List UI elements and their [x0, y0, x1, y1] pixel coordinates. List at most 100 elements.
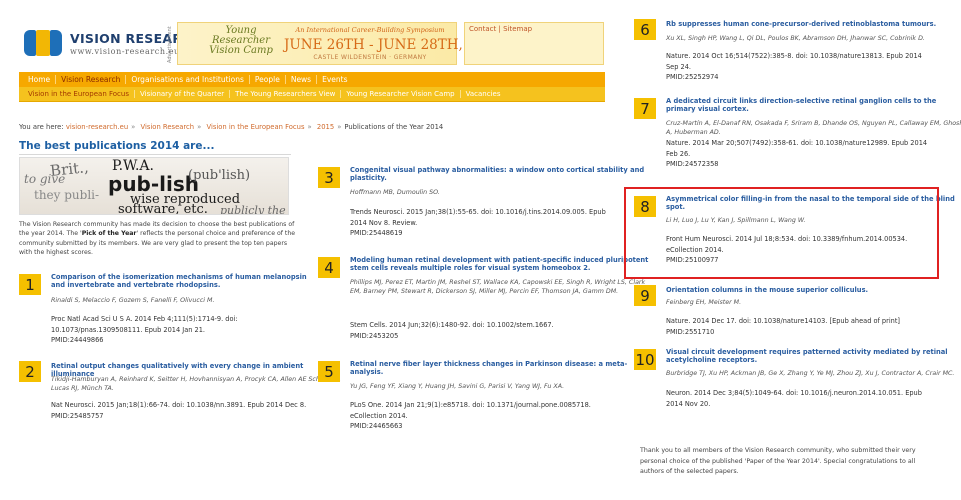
hero-word: software, etc. — [118, 202, 208, 215]
nav-item-news[interactable]: News — [286, 75, 318, 84]
banner-tagline: An International Career-Building Symposi… — [295, 26, 445, 34]
publication-title-link[interactable]: Comparison of the isomerization mechanis… — [51, 273, 321, 289]
brand-url: www.vision-research.eu — [70, 47, 180, 56]
pmid-line: PMID:25448619 — [350, 229, 403, 238]
citation-line: Nature. 2014 Dec 17. doi: 10.1038/nature… — [666, 317, 900, 325]
pick-of-year-label: Pick of the Year — [81, 230, 137, 238]
header-links-box: Contact | Sitemap — [464, 22, 604, 65]
publish-hero-image: to give they publi- P.W.A. pub-lish (pub'lis… — [19, 157, 289, 215]
highlight-box — [624, 187, 939, 279]
publication-citation: PLoS One. 2014 Jan 21;9(1):e85718. doi: … — [350, 400, 650, 432]
nav-item-organisations-and-institutions[interactable]: Organisations and Institutions — [126, 75, 250, 84]
rank-badge: 2 — [19, 361, 41, 382]
contact-link[interactable]: Contact — [469, 25, 496, 33]
publication-citation: Proc Natl Acad Sci U S A. 2014 Feb 4;111… — [51, 314, 321, 346]
advertisement-tag: Advertisement — [167, 26, 173, 64]
nav-item-home[interactable]: Home — [23, 75, 57, 84]
publication-title-link[interactable]: Rb suppresses human cone-precursor-deriv… — [666, 20, 961, 28]
breadcrumb-link[interactable]: 2015 — [317, 123, 334, 131]
pmid-line: PMID:24572358 — [666, 160, 719, 169]
pmid-line: PMID:25252974 — [666, 73, 719, 82]
hero-word: publicly the — [220, 204, 286, 215]
publication-citation: Nature. 2014 Dec 17. doi: 10.1038/nature… — [666, 316, 961, 337]
citation-line: Nature. 2014 Oct 16;514(7522):385-8. doi… — [666, 52, 922, 60]
breadcrumb-prefix: You are here: — [19, 123, 64, 131]
intro-paragraph: The Vision Research community has made i… — [19, 221, 296, 256]
page-title: The best publications 2014 are... — [19, 140, 215, 152]
publication-authors: Feinberg EH, Meister M. — [666, 299, 742, 306]
citation-line: 2014 Nov 8. Review. — [350, 218, 418, 227]
thanks-paragraph: Thank you to all members of the Vision R… — [640, 447, 916, 476]
rank-badge: 5 — [318, 361, 340, 382]
citation-line: 2014 Nov 20. — [666, 399, 711, 408]
rank-badge: 7 — [634, 98, 656, 119]
publication-authors: Cruz-Martín A, El-Danaf RN, Osakada F, S… — [666, 120, 961, 137]
hero-word: Brit., — [49, 158, 90, 180]
citation-line: Trends Neurosci. 2015 Jan;38(1):55-65. d… — [350, 208, 606, 216]
publication-title-link[interactable]: Orientation columns in the mouse superio… — [666, 286, 961, 294]
publication-title-link[interactable]: Congenital visual pathway abnormalities:… — [350, 166, 650, 182]
hero-word: they publi- — [34, 188, 100, 202]
rank-badge: 10 — [634, 349, 656, 370]
breadcrumb-current: Publications of the Year 2014 — [344, 123, 444, 131]
publication-authors: Burbridge TJ, Xu HP, Ackman JB, Ge X, Zh… — [666, 370, 955, 377]
banner-dates: JUNE 26TH - JUNE 28TH, 2020 — [284, 37, 502, 53]
publication-title-link[interactable]: Visual circuit development requires patt… — [666, 348, 961, 364]
nav-item-people[interactable]: People — [250, 75, 286, 84]
subnav-item-vacancies[interactable]: Vacancies — [461, 90, 506, 98]
publication-title-link[interactable]: Retinal nerve fiber layer thickness chan… — [350, 360, 650, 376]
subnav-item-visionary-of-the-quarter[interactable]: Visionary of the Quarter — [135, 90, 231, 98]
breadcrumb-separator: » — [307, 123, 312, 131]
publication-title-link[interactable]: Modeling human retinal development with … — [350, 256, 650, 272]
publication-authors: Rinaldi S, Melaccio F, Gozem S, Fanelli … — [51, 297, 215, 304]
title-divider — [19, 154, 291, 155]
publication-citation: Trends Neurosci. 2015 Jan;38(1):55-65. d… — [350, 207, 650, 239]
citation-line: Nat Neurosci. 2015 Jan;18(1):66-74. doi:… — [51, 401, 307, 409]
citation-line: Proc Natl Acad Sci U S A. 2014 Feb 4;111… — [51, 315, 238, 323]
breadcrumb-link[interactable]: vision-research.eu — [66, 123, 128, 131]
rank-badge: 9 — [634, 285, 656, 306]
publication-citation: Neuron. 2014 Dec 3;84(5):1049-64. doi: 1… — [666, 388, 961, 409]
publication-citation: Nature. 2014 Mar 20;507(7492):358-61. do… — [666, 138, 961, 170]
breadcrumb-separator: » — [197, 123, 202, 131]
publication-authors: Xu XL, Singh HP, Wang L, Qi DL, Poulos B… — [666, 35, 925, 42]
banner-location: CASTLE WILDENSTEIN · GERMANY — [313, 54, 427, 61]
publication-citation: Stem Cells. 2014 Jun;32(6):1480-92. doi:… — [350, 320, 650, 341]
nav-item-vision-research[interactable]: Vision Research — [56, 75, 127, 84]
citation-line: PLoS One. 2014 Jan 21;9(1):e85718. doi: … — [350, 401, 591, 409]
main-nav: Home Vision Research Organisations and Ins… — [19, 72, 605, 87]
citation-line: Nature. 2014 Mar 20;507(7492):358-61. do… — [666, 139, 928, 147]
breadcrumb-link[interactable]: Vision in the European Focus — [206, 123, 304, 131]
citation-line: Stem Cells. 2014 Jun;32(6):1480-92. doi:… — [350, 321, 554, 329]
sitemap-link[interactable]: Sitemap — [503, 25, 532, 33]
breadcrumb-separator: » — [337, 123, 342, 131]
rank-badge: 3 — [318, 167, 340, 188]
subnav-item-vision-in-the-european-focus[interactable]: Vision in the European Focus — [23, 90, 135, 98]
publication-title-link[interactable]: A dedicated circuit links direction-sele… — [666, 97, 961, 113]
rank-badge: 6 — [634, 19, 656, 40]
hero-word: (pub'lish) — [188, 168, 251, 183]
publication-citation: Nat Neurosci. 2015 Jan;18(1):66-74. doi:… — [51, 400, 341, 421]
vision-research-logo[interactable] — [22, 26, 64, 60]
pmid-line: PMID:2453205 — [350, 331, 399, 340]
sub-nav: Vision in the European Focus Visionary of… — [19, 87, 605, 102]
rank-badge: 1 — [19, 274, 41, 295]
publication-authors: Tikidji-Hamburyan A, Reinhard K, Seitter… — [51, 376, 341, 393]
breadcrumb-separator: » — [131, 123, 136, 131]
citation-line: Feb 26. — [666, 149, 691, 158]
vision-camp-banner[interactable]: Young Researcher Vision Camp An Internat… — [177, 22, 502, 65]
citation-line: 10.1073/pnas.1309508111. Epub 2014 Jan 2… — [51, 325, 206, 334]
citation-line: Sep 24. — [666, 62, 692, 71]
subnav-item-the-young-researchers-view[interactable]: The Young Researchers View — [230, 90, 342, 98]
breadcrumb-link[interactable]: Vision Research — [140, 123, 194, 131]
subnav-item-young-researcher-vision-camp[interactable]: Young Researcher Vision Camp — [341, 90, 461, 98]
nav-item-events[interactable]: Events — [317, 75, 352, 84]
rank-badge: 4 — [318, 257, 340, 278]
breadcrumb: You are here: vision-research.eu» Vision… — [19, 123, 443, 131]
publication-authors: Hoffmann MB, Dumoulin SO. — [350, 189, 440, 196]
publication-authors: Phillips MJ, Perez ET, Martin JM, Reshel… — [350, 279, 646, 296]
pmid-line: PMID:24449866 — [51, 336, 104, 345]
pmid-line: PMID:2551710 — [666, 327, 715, 336]
banner-logo: Young Researcher Vision Camp — [209, 25, 273, 56]
citation-line: eCollection 2014. — [350, 411, 408, 420]
